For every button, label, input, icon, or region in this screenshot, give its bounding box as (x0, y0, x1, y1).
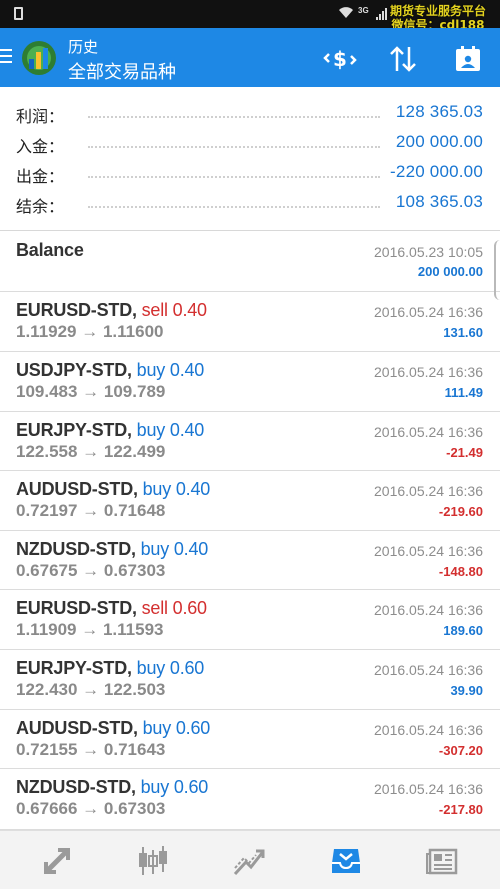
trade-time: 2016.05.24 16:36 (374, 722, 483, 738)
trade-symbol: USDJPY-STD, (16, 360, 132, 380)
quotes-icon[interactable] (37, 841, 77, 881)
account-summary: 利润： 128 365.03 入金： 200 000.00 出金： -220 0… (0, 87, 500, 231)
trade-profit: 189.60 (443, 623, 483, 638)
trade-profit: -219.60 (438, 504, 483, 519)
leader-dots (88, 146, 380, 148)
symbol-filter[interactable]: 全部交易品种 (68, 58, 176, 84)
trade-row[interactable]: AUDUSD-STD, buy 0.60 0.72155 → 0.71643 2… (0, 710, 500, 769)
watermark-line1: 期货专业服务平台 (389, 4, 486, 18)
balance-label: Balance (16, 240, 84, 260)
trade-prices: 1.11929 → 1.11600 (16, 322, 164, 341)
summary-label: 结余： (16, 199, 65, 216)
trade-side: sell 0.40 (141, 300, 207, 320)
trade-prices: 0.67675 → 0.67303 (16, 561, 166, 580)
trade-side: sell 0.60 (141, 598, 207, 618)
trade-row[interactable]: EURJPY-STD, buy 0.40 122.558 → 122.499 2… (0, 412, 500, 471)
currency-exchange-icon[interactable]: $ (323, 42, 357, 76)
scroll-edge-indicator[interactable] (494, 240, 500, 300)
summary-row-balance: 结余： 108 365.03 (0, 189, 500, 219)
trade-time: 2016.05.24 16:36 (374, 602, 483, 618)
summary-value: 108 365.03 (395, 192, 483, 211)
trade-profit: 39.90 (450, 683, 483, 698)
trade-row[interactable]: EURUSD-STD, sell 0.60 1.11909 → 1.11593 … (0, 590, 500, 650)
deal-amount: 200 000.00 (417, 264, 483, 279)
trade-profit: 111.49 (444, 385, 483, 400)
summary-row-withdrawal: 出金： -220 000.00 (0, 159, 500, 189)
summary-value: -220 000.00 (390, 162, 483, 181)
trade-time: 2016.05.24 16:36 (374, 304, 483, 320)
trade-row[interactable]: EURUSD-STD, sell 0.40 1.11929 → 1.11600 … (0, 292, 500, 352)
trade-profit: -21.49 (446, 445, 483, 460)
trade-side: buy 0.40 (140, 539, 209, 559)
news-icon[interactable] (422, 841, 462, 881)
menu-icon[interactable] (0, 49, 12, 63)
app-bar: 历史 全部交易品种 $ (0, 28, 500, 87)
trade-prices: 109.483 → 109.789 (16, 382, 166, 401)
page-title: 历史 (68, 39, 99, 56)
trade-symbol: NZDUSD-STD, (16, 539, 136, 559)
trade-row[interactable]: NZDUSD-STD, buy 0.60 0.67666 → 0.67303 2… (0, 769, 500, 830)
network-type-label: 3G (358, 6, 369, 15)
chart-icon[interactable] (133, 841, 173, 881)
trade-profit: -307.20 (438, 743, 483, 758)
trade-prices: 0.72155 → 0.71643 (16, 740, 166, 759)
trade-row[interactable]: USDJPY-STD, buy 0.40 109.483 → 109.789 2… (0, 352, 500, 412)
sort-icon[interactable] (386, 42, 420, 76)
summary-row-profit: 利润： 128 365.03 (0, 99, 500, 129)
trade-symbol: EURJPY-STD, (16, 420, 132, 440)
signal-strength-icon (376, 8, 390, 20)
status-bar: 3G 期货专业服务平台 微信号：cdl188 (0, 0, 500, 32)
trade-row[interactable]: EURJPY-STD, buy 0.60 122.430 → 122.503 2… (0, 650, 500, 710)
trade-prices: 0.67666 → 0.67303 (16, 799, 166, 818)
trade-profit: 131.60 (443, 325, 483, 340)
trade-time: 2016.05.24 16:36 (374, 662, 483, 678)
summary-value: 128 365.03 (395, 102, 483, 121)
trade-symbol: NZDUSD-STD, (16, 777, 136, 797)
wifi-icon (338, 6, 354, 22)
svg-text:$: $ (333, 47, 347, 71)
trade-prices: 1.11909 → 1.11593 (16, 620, 164, 639)
trade-side: buy 0.60 (140, 777, 209, 797)
trade-symbol: AUDUSD-STD, (16, 479, 138, 499)
deal-time: 2016.05.23 10:05 (374, 244, 483, 260)
trade-time: 2016.05.24 16:36 (374, 781, 483, 797)
app-logo-icon[interactable] (20, 39, 58, 77)
bottom-navigation (0, 830, 500, 889)
trade-side: buy 0.60 (142, 718, 211, 738)
trade-icon[interactable] (229, 841, 269, 881)
leader-dots (88, 176, 380, 178)
trade-side: buy 0.40 (136, 420, 205, 440)
trade-symbol: EURUSD-STD, (16, 300, 137, 320)
trade-side: buy 0.60 (136, 658, 205, 678)
trade-time: 2016.05.24 16:36 (374, 483, 483, 499)
trade-prices: 122.430 → 122.503 (16, 680, 166, 699)
trade-row[interactable]: NZDUSD-STD, buy 0.40 0.67675 → 0.67303 2… (0, 531, 500, 590)
trade-time: 2016.05.24 16:36 (374, 364, 483, 380)
history-icon[interactable] (326, 841, 366, 881)
trade-prices: 0.72197 → 0.71648 (16, 501, 166, 520)
trade-profit: -148.80 (438, 564, 483, 579)
balance-row[interactable]: Balance 2016.05.23 10:05 200 000.00 (0, 231, 500, 292)
calendar-icon[interactable] (451, 42, 485, 76)
trade-side: buy 0.40 (136, 360, 205, 380)
summary-row-deposit: 入金： 200 000.00 (0, 129, 500, 159)
trade-prices: 122.558 → 122.499 (16, 442, 166, 461)
trade-symbol: EURJPY-STD, (16, 658, 132, 678)
summary-label: 出金： (16, 169, 65, 186)
summary-value: 200 000.00 (395, 132, 483, 151)
leader-dots (88, 206, 380, 208)
trade-time: 2016.05.24 16:36 (374, 424, 483, 440)
trade-symbol: EURUSD-STD, (16, 598, 137, 618)
trade-side: buy 0.40 (142, 479, 211, 499)
summary-label: 入金： (16, 139, 65, 156)
trade-time: 2016.05.24 16:36 (374, 543, 483, 559)
leader-dots (88, 116, 380, 118)
trade-symbol: AUDUSD-STD, (16, 718, 138, 738)
sim-card-icon (14, 7, 23, 20)
summary-label: 利润： (16, 109, 65, 126)
trade-profit: -217.80 (438, 802, 483, 817)
trade-row[interactable]: AUDUSD-STD, buy 0.40 0.72197 → 0.71648 2… (0, 471, 500, 531)
